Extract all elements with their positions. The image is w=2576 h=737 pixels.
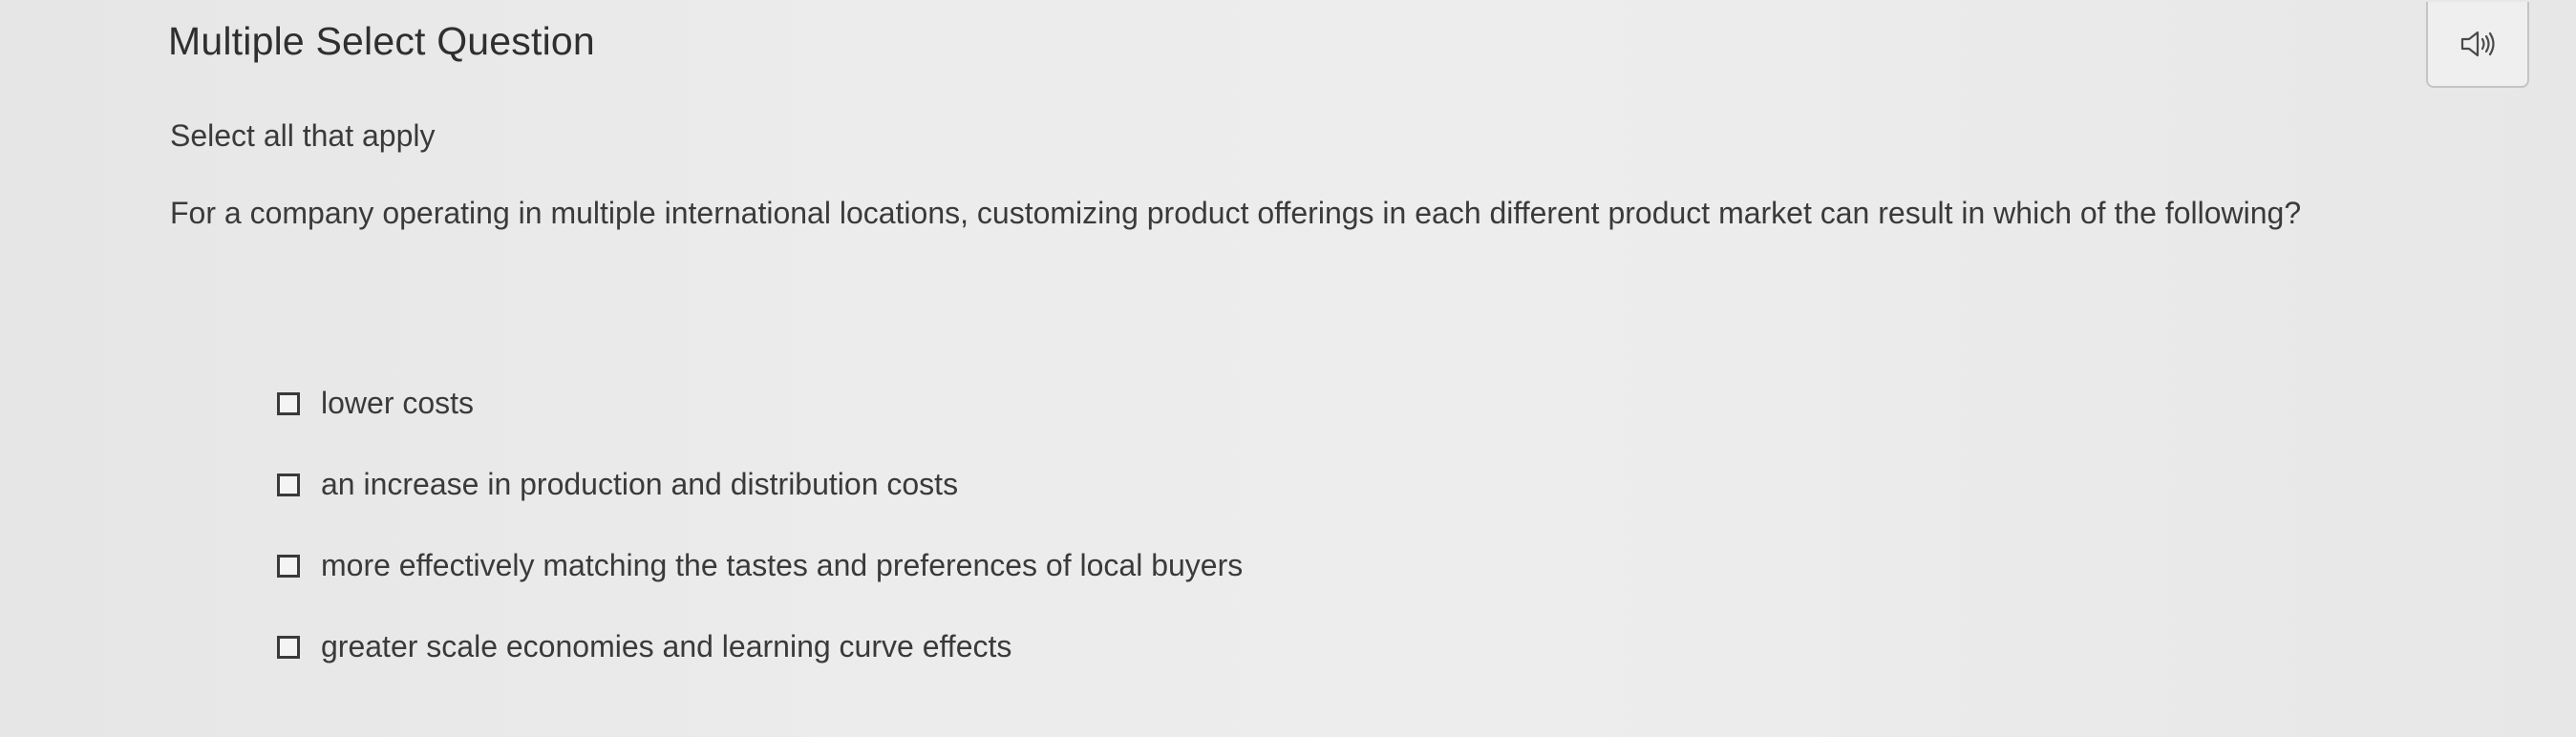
question-prompt: For a company operating in multiple inte… <box>170 196 2302 230</box>
checkbox[interactable] <box>277 635 300 659</box>
answer-option[interactable]: more effectively matching the tastes and… <box>277 525 1243 606</box>
speaker-icon <box>2460 31 2495 57</box>
answer-option[interactable]: an increase in production and distributi… <box>277 444 1243 525</box>
answer-option[interactable]: lower costs <box>277 363 1243 444</box>
answer-option[interactable]: greater scale economies and learning cur… <box>277 606 1243 687</box>
answer-option-label: lower costs <box>321 386 475 420</box>
question-type-title: Multiple Select Question <box>168 19 595 63</box>
checkbox[interactable] <box>277 391 300 415</box>
answer-option-label: more effectively matching the tastes and… <box>321 548 1244 582</box>
instruction-text: Select all that apply <box>170 118 436 153</box>
question-page: Multiple Select Question Select all that… <box>0 0 2576 737</box>
checkbox[interactable] <box>277 473 300 496</box>
answer-option-label: greater scale economies and learning cur… <box>321 629 1012 663</box>
read-aloud-button[interactable] <box>2426 2 2529 88</box>
answer-option-label: an increase in production and distributi… <box>321 467 959 501</box>
checkbox[interactable] <box>277 554 300 578</box>
answer-options-list: lower costs an increase in production an… <box>277 363 1243 687</box>
